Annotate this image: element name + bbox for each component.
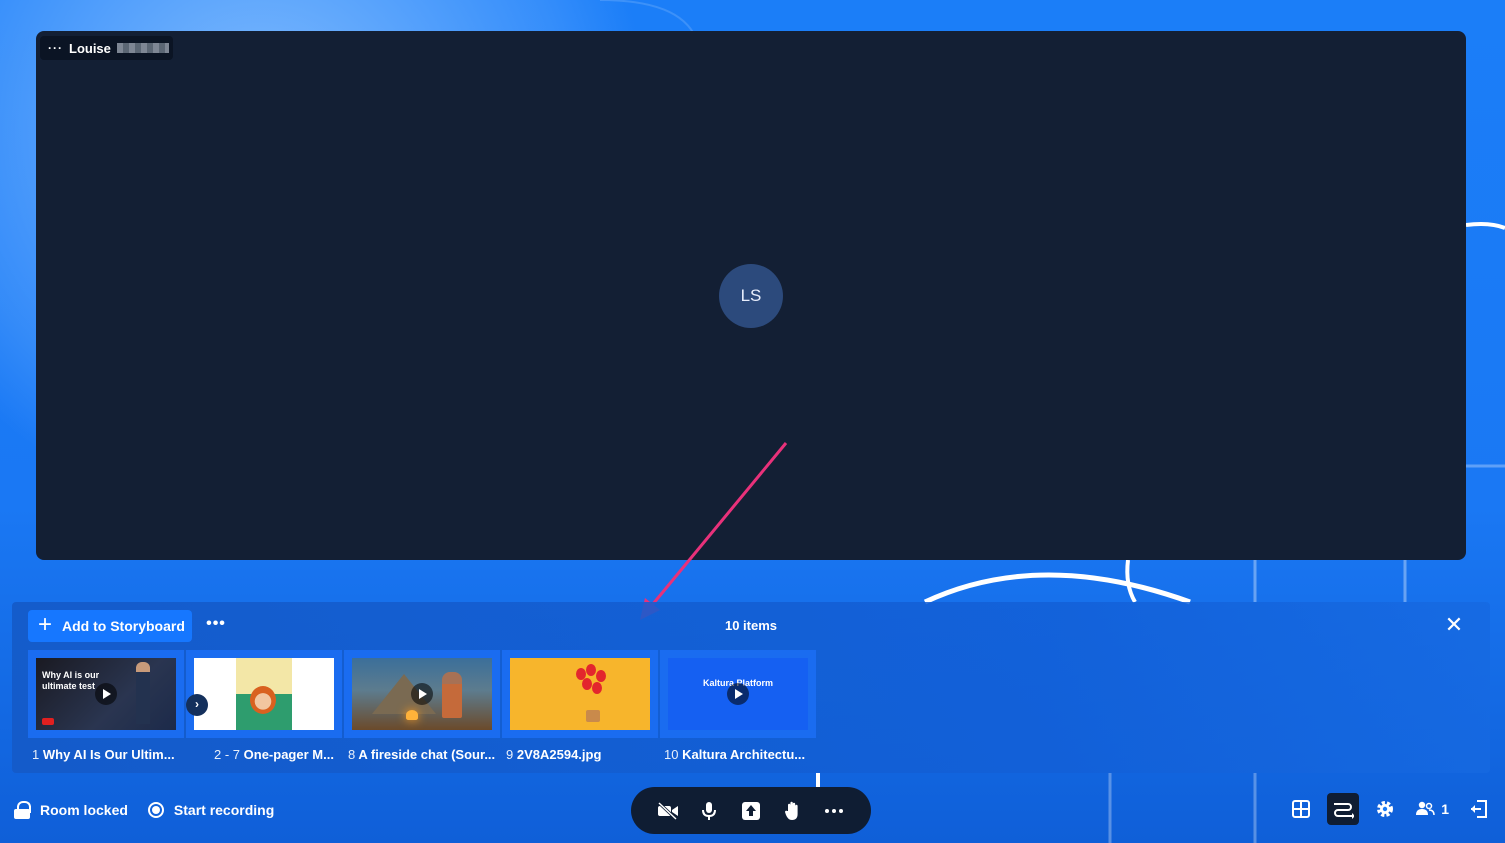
item-caption: 9 2V8A2594.jpg — [502, 746, 658, 764]
room-locked-toggle[interactable]: Room locked — [14, 801, 128, 819]
lock-icon — [14, 801, 31, 819]
bottom-toolbar: Room locked Start recording 1 — [0, 773, 1505, 843]
item-number: 8 — [348, 747, 356, 762]
item-number: 10 — [664, 747, 679, 762]
thumbnail-person — [250, 686, 276, 714]
camera-off-icon[interactable] — [656, 799, 680, 823]
share-screen-icon[interactable] — [739, 799, 763, 823]
storyboard-panel: + Add to Storyboard ••• 10 items ✕ Why A… — [12, 602, 1490, 773]
participant-name: Louise — [69, 40, 111, 56]
storyboard-item[interactable]: 8 A fireside chat (Sour... — [344, 650, 500, 764]
participant-avatar: LS — [719, 264, 783, 328]
item-title: 2V8A2594.jpg — [516, 747, 602, 762]
leave-room-icon[interactable] — [1463, 793, 1495, 825]
item-number: 9 — [506, 747, 514, 762]
item-number: 1 — [32, 747, 40, 762]
item-thumbnail[interactable]: Kaltura Platform — [660, 650, 816, 738]
item-title: Kaltura Architectu... — [682, 747, 806, 762]
microphone-icon[interactable] — [697, 799, 721, 823]
participants-icon — [1416, 801, 1435, 816]
media-controls — [631, 787, 871, 834]
thumbnail-balloon — [596, 670, 606, 682]
thumbnail-image: Kaltura Platform — [668, 658, 808, 730]
thumbnail-balloon — [592, 682, 602, 694]
storyboard-item[interactable]: Kaltura Platform 10 Kaltura Architectu..… — [660, 650, 816, 764]
item-title: One-pager M... — [243, 747, 334, 762]
room-locked-label: Room locked — [40, 802, 128, 818]
participants-count: 1 — [1441, 801, 1449, 817]
item-title: Why AI Is Our Ultim... — [42, 747, 175, 762]
redacted-surname — [116, 43, 169, 53]
play-icon[interactable] — [727, 683, 749, 705]
close-panel-button[interactable]: ✕ — [1442, 614, 1466, 638]
storyboard-item[interactable]: 2 - 7 One-pager M... — [186, 650, 342, 764]
participants-button[interactable]: 1 — [1411, 793, 1453, 825]
thumbnail-image — [510, 658, 650, 730]
item-number: 2 - 7 — [214, 747, 241, 762]
thumbnail-logo — [42, 718, 54, 725]
view-controls: 1 — [1285, 793, 1495, 825]
item-thumbnail[interactable] — [502, 650, 658, 738]
item-caption: 8 A fireside chat (Sour... — [344, 746, 500, 764]
thumbnail-image — [352, 658, 492, 730]
thumbnail-basket — [586, 710, 600, 722]
thumbnail-balloon — [582, 678, 592, 690]
item-caption: 1 Why AI Is Our Ultim... — [28, 746, 184, 764]
start-recording-label: Start recording — [173, 802, 275, 818]
storyboard-toggle-icon[interactable] — [1327, 793, 1360, 825]
play-icon[interactable] — [411, 683, 433, 705]
items-count: 10 items — [724, 618, 778, 633]
grid-layout-icon[interactable] — [1285, 793, 1317, 825]
thumbnail-balloon — [586, 664, 596, 676]
item-title: A fireside chat (Sour... — [358, 747, 496, 762]
item-thumbnail[interactable] — [186, 650, 342, 738]
thumbnail-fire — [406, 710, 418, 720]
thumbnail-image — [194, 658, 334, 730]
storyboard-items: Why AI is our ultimate test 1 Why AI Is … — [28, 650, 816, 764]
item-caption: 10 Kaltura Architectu... — [660, 746, 816, 764]
item-thumbnail[interactable]: Why AI is our ultimate test — [28, 650, 184, 738]
more-options-icon[interactable] — [822, 799, 846, 823]
storyboard-item[interactable]: 9 2V8A2594.jpg — [502, 650, 658, 764]
raise-hand-icon[interactable] — [781, 799, 805, 823]
thumbnail-text: Why AI is our ultimate test — [42, 670, 100, 691]
room-controls: Room locked Start recording — [14, 801, 274, 819]
start-recording-button[interactable]: Start recording — [147, 802, 275, 818]
video-stage: ··· Louise LS — [36, 31, 1466, 560]
storyboard-item[interactable]: Why AI is our ultimate test 1 Why AI Is … — [28, 650, 184, 764]
thumbnail-person — [442, 672, 462, 718]
expand-group-chevron-icon[interactable]: › — [186, 694, 208, 716]
record-icon — [147, 802, 164, 818]
participant-name-tag[interactable]: ··· Louise — [40, 36, 173, 60]
settings-gear-icon[interactable] — [1369, 793, 1401, 825]
item-caption: 2 - 7 One-pager M... — [186, 746, 342, 764]
thumbnail-image: Why AI is our ultimate test — [36, 658, 176, 730]
play-icon[interactable] — [95, 683, 117, 705]
item-thumbnail[interactable] — [344, 650, 500, 738]
thumbnail-person — [136, 662, 150, 724]
more-options-icon[interactable]: ··· — [48, 42, 63, 54]
